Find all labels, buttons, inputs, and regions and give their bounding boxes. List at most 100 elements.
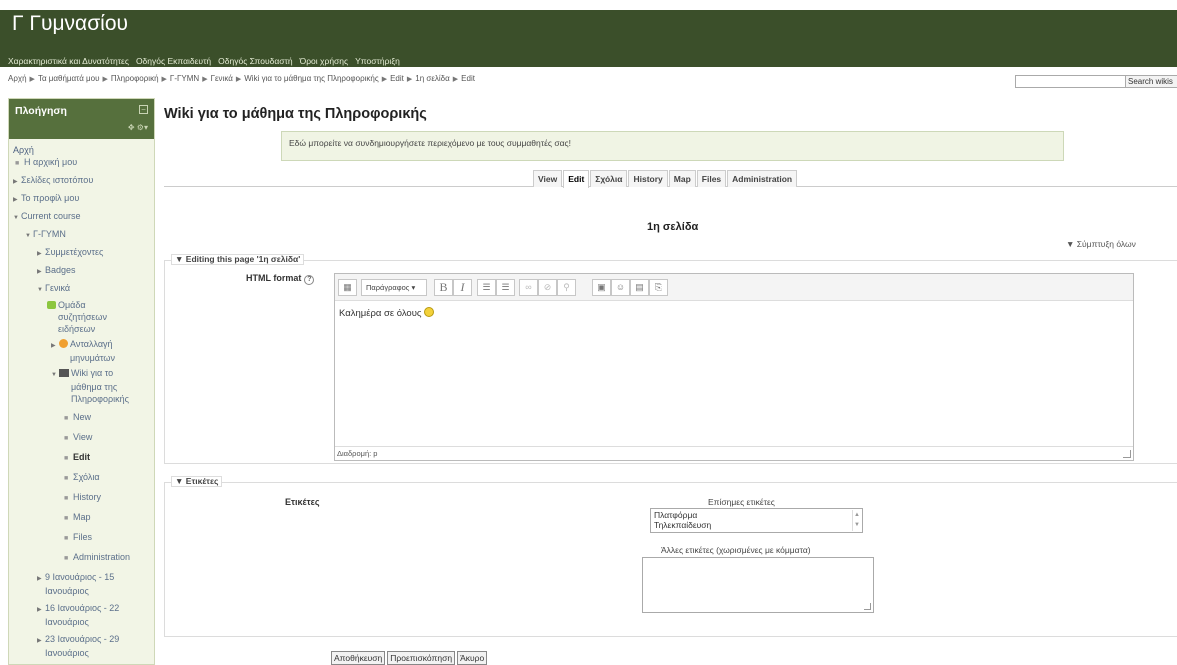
- nav-site-pages[interactable]: ▶ Σελίδες ιστοτόπου: [9, 174, 154, 188]
- nav-wiki-view[interactable]: ■ View: [9, 431, 154, 445]
- nav-week-1[interactable]: ▶ 9 Ιανουάριος - 15: [9, 571, 154, 585]
- nav-wiki-line2[interactable]: μάθημα της: [9, 381, 154, 393]
- expand-arrow-icon: ▶: [37, 251, 42, 257]
- toolbar-toggle-icon[interactable]: ▦: [338, 279, 357, 296]
- breadcrumb-informatics[interactable]: Πληροφορική: [111, 74, 159, 83]
- nav-week-1-line2[interactable]: Ιανουάριος: [9, 585, 154, 597]
- navigation-block-header: Πλοήγηση − ✥ ⚙▾: [9, 99, 154, 139]
- tags-legend[interactable]: ▼ Ετικέτες: [171, 476, 223, 487]
- tab-files[interactable]: Files: [696, 170, 727, 187]
- nav-forum-line2[interactable]: συζητήσεων: [9, 311, 154, 323]
- breadcrumb-wiki[interactable]: Wiki για το μάθημα της Πληροφορικής: [244, 74, 378, 83]
- tab-map[interactable]: Map: [668, 170, 696, 187]
- tab-history[interactable]: History: [628, 170, 668, 187]
- nav-general[interactable]: ▼ Γενικά: [9, 282, 154, 296]
- breadcrumb-home[interactable]: Αρχή: [8, 74, 27, 83]
- site-title[interactable]: Γ Γυμνασίου: [12, 12, 128, 36]
- editor-content[interactable]: Καλημέρα σε όλους: [335, 301, 1133, 325]
- smiley-icon: [423, 307, 434, 317]
- breadcrumb-course[interactable]: Γ-ΓΥΜΝ: [170, 74, 199, 83]
- expand-arrow-icon: ▶: [13, 179, 18, 185]
- bullet-icon: ■: [64, 555, 69, 562]
- resize-handle-icon[interactable]: [864, 603, 871, 610]
- link-icon[interactable]: ∞: [519, 279, 538, 296]
- search-button[interactable]: Search wikis: [1125, 75, 1177, 88]
- emoticon-icon[interactable]: ☺: [611, 279, 630, 296]
- official-tag-option[interactable]: Πλατφόρμα: [654, 510, 859, 520]
- nav-wiki-files[interactable]: ■ Files: [9, 531, 154, 545]
- nav-wiki-comments[interactable]: ■ Σχόλια: [9, 471, 154, 485]
- tab-view[interactable]: View: [533, 170, 563, 187]
- tab-comments[interactable]: Σχόλια: [590, 170, 628, 187]
- nav-my-home[interactable]: ■ Η αρχική μου: [9, 156, 154, 170]
- nav-wiki[interactable]: ▼ Wiki για το: [9, 367, 154, 381]
- resize-handle-icon[interactable]: [1123, 450, 1131, 458]
- italic-icon[interactable]: I: [453, 279, 472, 296]
- other-tags-title: Άλλες ετικέτες (χωρισμένες με κόμματα): [661, 545, 811, 555]
- topnav-terms[interactable]: Όροι χρήσης: [300, 56, 349, 66]
- nav-my-profile[interactable]: ▶ Το προφίλ μου: [9, 192, 154, 206]
- nav-wiki-line3[interactable]: Πληροφορικής: [9, 393, 154, 405]
- nav-badges[interactable]: ▶ Badges: [9, 264, 154, 278]
- wiki-tabs: View Edit Σχόλια History Map Files Admin…: [533, 170, 798, 188]
- breadcrumb-edit[interactable]: Edit: [390, 74, 404, 83]
- nav-current-course[interactable]: ▼ Current course: [9, 210, 154, 224]
- numbered-list-icon[interactable]: ☰: [496, 279, 515, 296]
- nav-messages[interactable]: ▶ Ανταλλαγή: [9, 338, 154, 352]
- block-actions-icon[interactable]: ✥ ⚙▾: [128, 123, 148, 132]
- nav-home[interactable]: Αρχή: [9, 144, 154, 156]
- collapse-block-icon[interactable]: −: [139, 105, 148, 114]
- nav-week-2-line2[interactable]: Ιανουάριος: [9, 616, 154, 628]
- save-button[interactable]: Αποθήκευση: [331, 651, 386, 665]
- topnav-features[interactable]: Χαρακτηριστικά και Δυνατότητες: [8, 56, 129, 66]
- official-tag-option[interactable]: Τηλεκπαίδευση: [654, 520, 859, 530]
- nav-forum-line3[interactable]: ειδήσεων: [9, 323, 154, 335]
- nav-wiki-new[interactable]: ■ New: [9, 411, 154, 425]
- expand-arrow-icon: ▶: [37, 269, 42, 275]
- tab-edit[interactable]: Edit: [563, 170, 590, 188]
- html-editor[interactable]: ▦ Παράγραφος ▾ B I ☰ ☰ ∞ ⊘ ⚲ ▣ ☺ ▤ ⎘ Καλ…: [334, 273, 1134, 461]
- cancel-button[interactable]: Άκυρο: [457, 651, 488, 665]
- paragraph-select[interactable]: Παράγραφος ▾: [361, 279, 427, 296]
- wiki-page-heading: 1η σελίδα: [647, 221, 699, 233]
- tab-administration[interactable]: Administration: [727, 170, 798, 187]
- nav-week-3[interactable]: ▶ 23 Ιανουάριος - 29: [9, 633, 154, 647]
- other-tags-textarea[interactable]: [642, 557, 874, 613]
- nav-week-2[interactable]: ▶ 16 Ιανουάριος - 22: [9, 602, 154, 616]
- listbox-scrollbar[interactable]: ▲ ▼: [852, 510, 861, 531]
- official-tags-select[interactable]: Πλατφόρμα Τηλεκπαίδευση ▲ ▼: [650, 508, 863, 533]
- help-icon[interactable]: ?: [304, 275, 315, 285]
- nav-course[interactable]: ▼ Γ-ΓΥΜΝ: [9, 228, 154, 242]
- anchor-icon[interactable]: ⚲: [557, 279, 576, 296]
- image-icon[interactable]: ▣: [592, 279, 611, 296]
- nav-messages-line2[interactable]: μηνυμάτων: [9, 352, 154, 364]
- nav-participants[interactable]: ▶ Συμμετέχοντες: [9, 246, 154, 260]
- nav-forum[interactable]: Ομάδα: [9, 299, 154, 311]
- topnav-support[interactable]: Υποστήριξη: [355, 56, 400, 66]
- expand-arrow-icon: ▶: [37, 638, 42, 644]
- topnav-teacher-guide[interactable]: Οδηγός Εκπαιδευτή: [136, 56, 211, 66]
- editing-legend[interactable]: ▼ Editing this page '1η σελίδα': [171, 254, 305, 265]
- topnav-student-guide[interactable]: Οδηγός Σπουδαστή: [218, 56, 292, 66]
- breadcrumb-my-courses[interactable]: Τα μαθήματά μου: [38, 74, 100, 83]
- manage-files-icon[interactable]: ⎘: [649, 279, 668, 296]
- nav-wiki-map[interactable]: ■ Map: [9, 511, 154, 525]
- wiki-icon: [59, 369, 69, 377]
- unlink-icon[interactable]: ⊘: [538, 279, 557, 296]
- expand-arrow-icon: ▶: [13, 197, 18, 203]
- bullet-list-icon[interactable]: ☰: [477, 279, 496, 296]
- preview-button[interactable]: Προεπισκόπηση: [387, 651, 456, 665]
- collapse-all-link[interactable]: ▼ Σύμπτυξη όλων: [1066, 239, 1136, 249]
- nav-wiki-history[interactable]: ■ History: [9, 491, 154, 505]
- search-input[interactable]: [1015, 75, 1126, 88]
- html-format-label: HTML format?: [246, 273, 315, 285]
- media-icon[interactable]: ▤: [630, 279, 649, 296]
- breadcrumb-page[interactable]: 1η σελίδα: [415, 74, 449, 83]
- nav-week-3-line2[interactable]: Ιανουάριος: [9, 647, 154, 659]
- breadcrumb-general[interactable]: Γενικά: [211, 74, 233, 83]
- editor-path: Διαδρομή: p: [335, 446, 1133, 460]
- collapse-arrow-icon: ▼: [37, 287, 43, 293]
- forum-icon: [47, 301, 56, 309]
- nav-wiki-administration[interactable]: ■ Administration: [9, 551, 154, 565]
- bold-icon[interactable]: B: [434, 279, 453, 296]
